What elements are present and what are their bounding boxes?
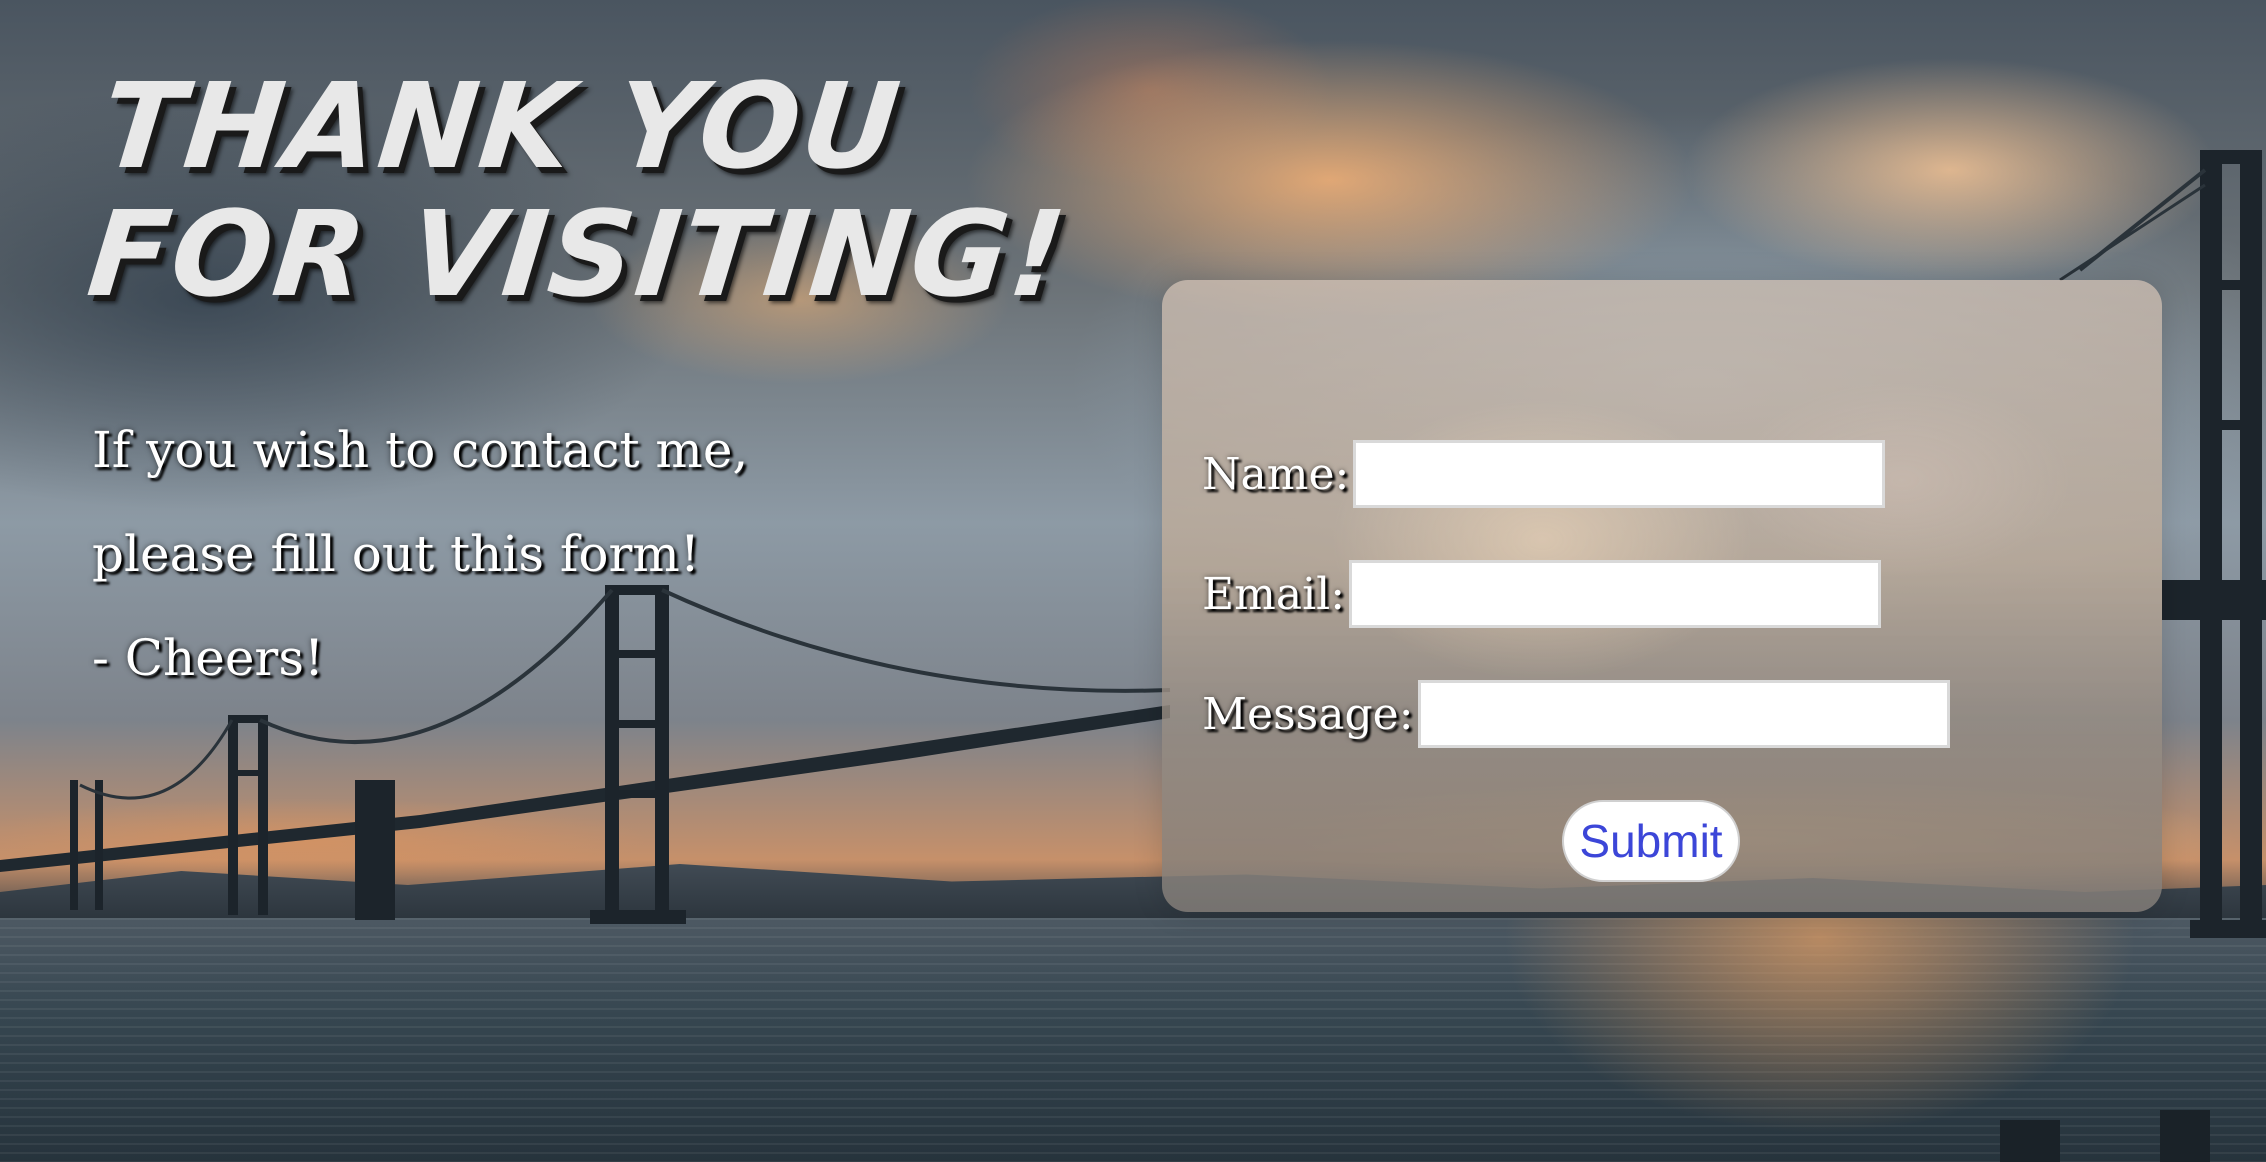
submit-button[interactable]: Submit xyxy=(1562,800,1740,882)
email-input[interactable] xyxy=(1349,560,1882,628)
page-title: Thank you for Visiting! xyxy=(82,57,1087,323)
name-field-row: Name: xyxy=(1202,440,1886,508)
title-line-1: Thank you xyxy=(95,57,908,195)
title-line-2: for Visiting! xyxy=(82,185,1074,323)
email-label: Email: xyxy=(1202,568,1346,620)
intro-line-1: If you wish to contact me, xyxy=(92,421,749,479)
message-input[interactable] xyxy=(1417,680,1950,748)
name-input[interactable] xyxy=(1353,440,1886,508)
message-label: Message: xyxy=(1202,688,1414,740)
intro-signoff: - Cheers! xyxy=(92,629,325,687)
email-field-row: Email: xyxy=(1202,560,1882,628)
message-field-row: Message: xyxy=(1202,680,1950,748)
intro-text: If you wish to contact me, please fill o… xyxy=(92,398,852,710)
intro-line-2: please fill out this form! xyxy=(92,525,700,583)
name-label: Name: xyxy=(1202,448,1350,500)
contact-form: Name: Email: Message: Submit xyxy=(1162,280,2162,912)
